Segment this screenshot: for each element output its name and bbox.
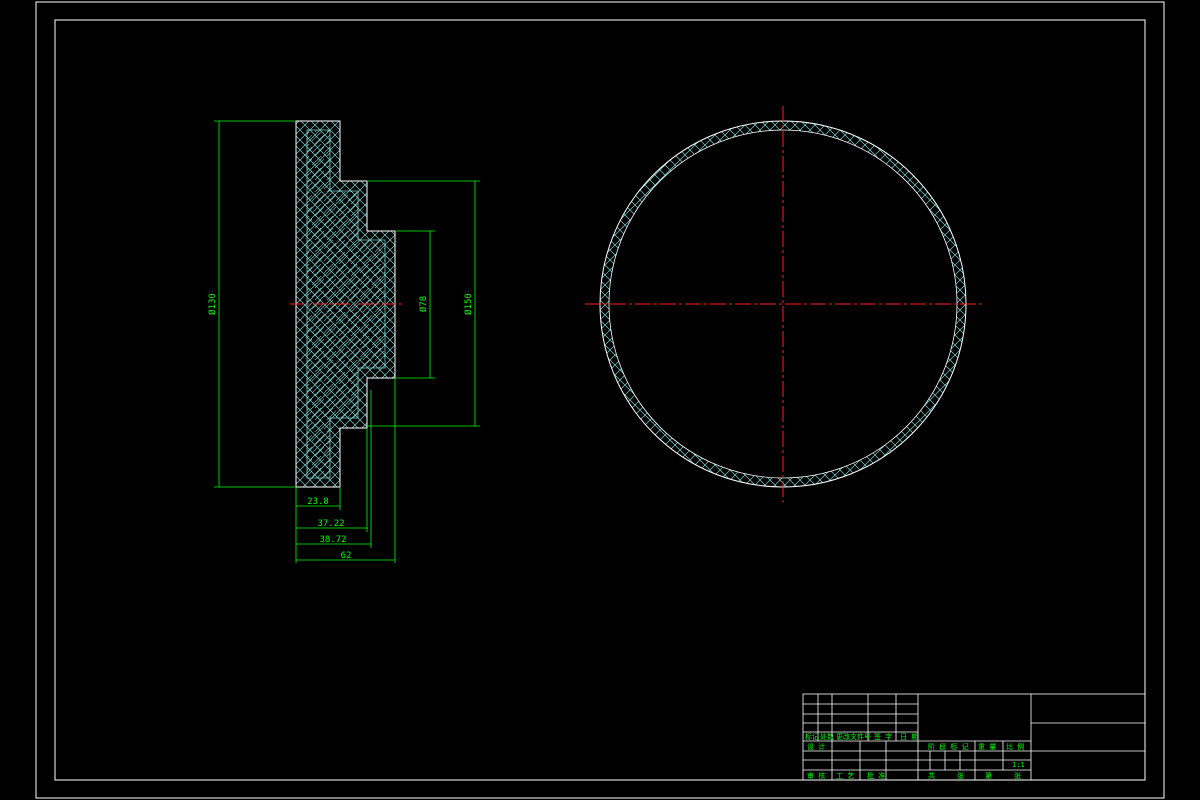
tb-label-mark: 标记	[805, 732, 819, 741]
outer-border	[35, 1, 1165, 799]
tb-label-total: 共	[928, 771, 935, 780]
tb-label-sheet-no: 第	[985, 771, 992, 780]
dim-overall-diameter: Ø130	[207, 120, 296, 488]
tb-label-review: 审 核	[807, 771, 825, 780]
cad-drawing-svg: Ø130 Ø150 Ø78 23.8 37.22 38.72 62 标记 处数 …	[35, 1, 1165, 799]
dim-text-step-diameter: Ø150	[463, 293, 474, 315]
side-section-view: Ø130 Ø150 Ø78 23.8 37.22 38.72 62	[207, 120, 480, 563]
tb-label-signature: 签 字	[874, 732, 892, 741]
tb-label-count: 处数	[820, 732, 834, 741]
front-ring-view	[585, 106, 982, 502]
tb-label-design: 设 计	[807, 742, 825, 751]
tb-label-process: 工 艺	[836, 772, 854, 780]
tb-label-weight: 重 量	[978, 743, 996, 751]
dim-text-width-4: 62	[341, 551, 352, 561]
tb-label-date: 日 期	[900, 733, 918, 741]
inner-border	[54, 19, 1146, 781]
tb-label-approve: 批 准	[867, 771, 885, 780]
dim-text-overall-diameter: Ø130	[207, 293, 218, 315]
tb-value-scale: 1:1	[1012, 761, 1025, 769]
tb-label-sheets-1: 张	[957, 771, 964, 780]
tb-label-change-doc: 更改文件号	[836, 732, 871, 741]
dim-text-width-2: 37.22	[317, 519, 344, 529]
title-block-labels: 标记 处数 更改文件号 签 字 日 期 设 计 阶 段 标 记 重 量 比 例 …	[805, 732, 1025, 780]
dim-text-width-3: 38.72	[319, 535, 346, 545]
dim-text-width-1: 23.8	[307, 497, 329, 507]
cad-drawing-canvas: Ø130 Ø150 Ø78 23.8 37.22 38.72 62 标记 处数 …	[0, 0, 1200, 800]
dim-text-boss-diameter: Ø78	[418, 296, 429, 312]
tb-label-scale: 比 例	[1006, 742, 1024, 751]
tb-label-sheets-2: 张	[1014, 771, 1021, 780]
tb-label-stage-mark: 阶 段 标 记	[928, 742, 969, 751]
